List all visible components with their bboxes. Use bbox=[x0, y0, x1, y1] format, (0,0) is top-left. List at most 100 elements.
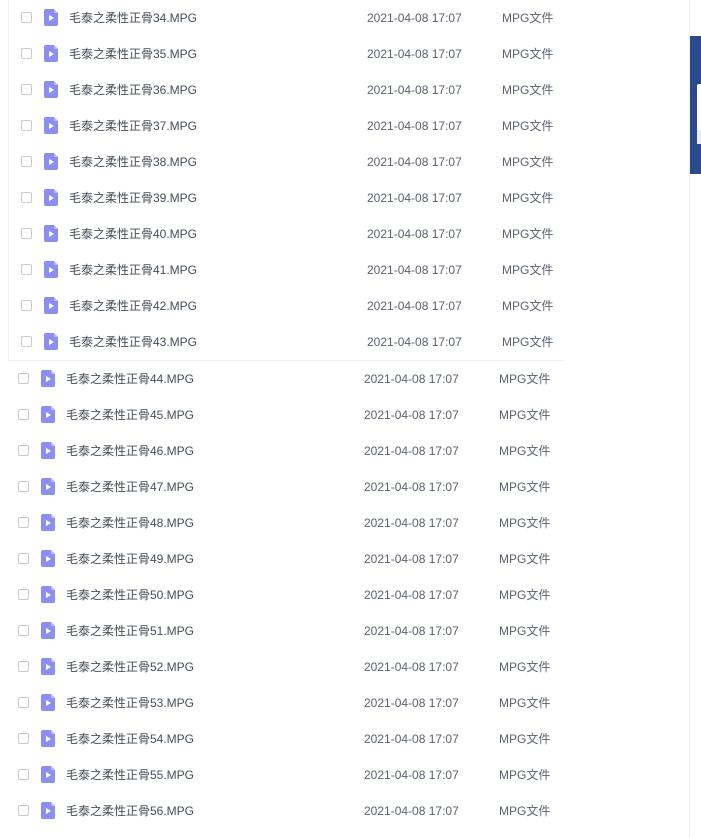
file-type: MPG文件 bbox=[499, 588, 551, 602]
file-row[interactable]: 毛泰之柔性正骨41.MPG 2021-04-08 17:07 MPG文件 bbox=[0, 252, 564, 288]
file-row[interactable]: 毛泰之柔性正骨38.MPG 2021-04-08 17:07 MPG文件 bbox=[0, 144, 564, 180]
row-checkbox[interactable] bbox=[21, 192, 32, 203]
video-file-icon bbox=[41, 658, 55, 675]
row-checkbox[interactable] bbox=[21, 12, 32, 23]
file-name[interactable]: 毛泰之柔性正骨49.MPG bbox=[66, 552, 194, 566]
file-list: 毛泰之柔性正骨34.MPG 2021-04-08 17:07 MPG文件 毛泰之柔性正… bbox=[0, 0, 690, 838]
row-checkbox[interactable] bbox=[18, 625, 29, 636]
file-name[interactable]: 毛泰之柔性正骨45.MPG bbox=[66, 408, 194, 422]
file-row[interactable]: 毛泰之柔性正骨35.MPG 2021-04-08 17:07 MPG文件 bbox=[0, 36, 564, 72]
row-checkbox[interactable] bbox=[21, 228, 32, 239]
file-name[interactable]: 毛泰之柔性正骨41.MPG bbox=[69, 263, 197, 277]
file-name[interactable]: 毛泰之柔性正骨34.MPG bbox=[69, 11, 197, 25]
row-checkbox[interactable] bbox=[18, 805, 29, 816]
file-name[interactable]: 毛泰之柔性正骨52.MPG bbox=[66, 660, 194, 674]
video-file-icon bbox=[41, 550, 55, 567]
file-name[interactable]: 毛泰之柔性正骨48.MPG bbox=[66, 516, 194, 530]
file-name[interactable]: 毛泰之柔性正骨46.MPG bbox=[66, 444, 194, 458]
file-row[interactable]: 毛泰之柔性正骨47.MPG 2021-04-08 17:07 MPG文件 bbox=[0, 469, 564, 505]
file-row[interactable]: 毛泰之柔性正骨44.MPG 2021-04-08 17:07 MPG文件 bbox=[0, 361, 564, 397]
file-modified-date: 2021-04-08 17:07 bbox=[364, 444, 459, 458]
side-panel-inset bbox=[697, 84, 701, 134]
file-modified-date: 2021-04-08 17:07 bbox=[367, 47, 462, 61]
file-name[interactable]: 毛泰之柔性正骨56.MPG bbox=[66, 804, 194, 818]
file-browser-page: 毛泰之柔性正骨34.MPG 2021-04-08 17:07 MPG文件 毛泰之柔性正… bbox=[0, 0, 701, 838]
file-name[interactable]: 毛泰之柔性正骨50.MPG bbox=[66, 588, 194, 602]
file-row[interactable]: 毛泰之柔性正骨42.MPG 2021-04-08 17:07 MPG文件 bbox=[0, 288, 564, 324]
file-name[interactable]: 毛泰之柔性正骨54.MPG bbox=[66, 732, 194, 746]
file-type: MPG文件 bbox=[502, 299, 554, 313]
row-checkbox[interactable] bbox=[18, 445, 29, 456]
file-row[interactable]: 毛泰之柔性正骨53.MPG 2021-04-08 17:07 MPG文件 bbox=[0, 685, 564, 721]
file-name[interactable]: 毛泰之柔性正骨55.MPG bbox=[66, 768, 194, 782]
row-checkbox[interactable] bbox=[21, 84, 32, 95]
file-modified-date: 2021-04-08 17:07 bbox=[367, 227, 462, 241]
file-type: MPG文件 bbox=[502, 227, 554, 241]
video-file-icon bbox=[44, 9, 58, 26]
file-type: MPG文件 bbox=[502, 47, 554, 61]
file-modified-date: 2021-04-08 17:07 bbox=[364, 480, 459, 494]
file-name[interactable]: 毛泰之柔性正骨47.MPG bbox=[66, 480, 194, 494]
row-checkbox[interactable] bbox=[21, 336, 32, 347]
file-name[interactable]: 毛泰之柔性正骨51.MPG bbox=[66, 624, 194, 638]
video-file-icon bbox=[41, 622, 55, 639]
row-checkbox[interactable] bbox=[21, 300, 32, 311]
file-row[interactable]: 毛泰之柔性正骨48.MPG 2021-04-08 17:07 MPG文件 bbox=[0, 505, 564, 541]
row-checkbox[interactable] bbox=[21, 264, 32, 275]
file-row[interactable]: 毛泰之柔性正骨39.MPG 2021-04-08 17:07 MPG文件 bbox=[0, 180, 564, 216]
file-row[interactable]: 毛泰之柔性正骨37.MPG 2021-04-08 17:07 MPG文件 bbox=[0, 108, 564, 144]
row-checkbox[interactable] bbox=[18, 733, 29, 744]
file-row[interactable]: 毛泰之柔性正骨51.MPG 2021-04-08 17:07 MPG文件 bbox=[0, 613, 564, 649]
row-checkbox[interactable] bbox=[21, 156, 32, 167]
file-name[interactable]: 毛泰之柔性正骨42.MPG bbox=[69, 299, 197, 313]
file-name[interactable]: 毛泰之柔性正骨38.MPG bbox=[69, 155, 197, 169]
video-file-icon bbox=[41, 766, 55, 783]
file-modified-date: 2021-04-08 17:07 bbox=[364, 768, 459, 782]
file-row[interactable]: 毛泰之柔性正骨50.MPG 2021-04-08 17:07 MPG文件 bbox=[0, 577, 564, 613]
row-checkbox[interactable] bbox=[18, 553, 29, 564]
file-name[interactable]: 毛泰之柔性正骨43.MPG bbox=[69, 335, 197, 349]
file-name[interactable]: 毛泰之柔性正骨37.MPG bbox=[69, 119, 197, 133]
video-file-icon bbox=[44, 297, 58, 314]
video-file-icon bbox=[41, 694, 55, 711]
file-type: MPG文件 bbox=[499, 444, 551, 458]
file-row[interactable]: 毛泰之柔性正骨46.MPG 2021-04-08 17:07 MPG文件 bbox=[0, 433, 564, 469]
row-checkbox[interactable] bbox=[21, 120, 32, 131]
file-row[interactable]: 毛泰之柔性正骨56.MPG 2021-04-08 17:07 MPG文件 bbox=[0, 793, 564, 829]
row-checkbox[interactable] bbox=[21, 48, 32, 59]
file-name[interactable]: 毛泰之柔性正骨39.MPG bbox=[69, 191, 197, 205]
file-row[interactable]: 毛泰之柔性正骨52.MPG 2021-04-08 17:07 MPG文件 bbox=[0, 649, 564, 685]
file-row[interactable]: 毛泰之柔性正骨40.MPG 2021-04-08 17:07 MPG文件 bbox=[0, 216, 564, 252]
row-checkbox[interactable] bbox=[18, 409, 29, 420]
file-type: MPG文件 bbox=[499, 660, 551, 674]
file-modified-date: 2021-04-08 17:07 bbox=[364, 372, 459, 386]
file-row[interactable]: 毛泰之柔性正骨54.MPG 2021-04-08 17:07 MPG文件 bbox=[0, 721, 564, 757]
file-row[interactable]: 毛泰之柔性正骨45.MPG 2021-04-08 17:07 MPG文件 bbox=[0, 397, 564, 433]
file-name[interactable]: 毛泰之柔性正骨44.MPG bbox=[66, 372, 194, 386]
file-modified-date: 2021-04-08 17:07 bbox=[364, 660, 459, 674]
row-checkbox[interactable] bbox=[18, 373, 29, 384]
file-row[interactable]: 毛泰之柔性正骨55.MPG 2021-04-08 17:07 MPG文件 bbox=[0, 757, 564, 793]
row-checkbox[interactable] bbox=[18, 769, 29, 780]
right-side-panel bbox=[690, 0, 701, 838]
row-checkbox[interactable] bbox=[18, 697, 29, 708]
file-type: MPG文件 bbox=[499, 732, 551, 746]
row-checkbox[interactable] bbox=[18, 661, 29, 672]
file-row[interactable]: 毛泰之柔性正骨34.MPG 2021-04-08 17:07 MPG文件 bbox=[0, 0, 564, 36]
file-modified-date: 2021-04-08 17:07 bbox=[364, 804, 459, 818]
file-row[interactable]: 毛泰之柔性正骨43.MPG 2021-04-08 17:07 MPG文件 bbox=[0, 324, 564, 360]
video-file-icon bbox=[44, 189, 58, 206]
file-name[interactable]: 毛泰之柔性正骨40.MPG bbox=[69, 227, 197, 241]
row-checkbox[interactable] bbox=[18, 481, 29, 492]
file-row[interactable]: 毛泰之柔性正骨49.MPG 2021-04-08 17:07 MPG文件 bbox=[0, 541, 564, 577]
file-row[interactable]: 毛泰之柔性正骨36.MPG 2021-04-08 17:07 MPG文件 bbox=[0, 72, 564, 108]
file-name[interactable]: 毛泰之柔性正骨35.MPG bbox=[69, 47, 197, 61]
file-name[interactable]: 毛泰之柔性正骨36.MPG bbox=[69, 83, 197, 97]
file-type: MPG文件 bbox=[502, 155, 554, 169]
file-modified-date: 2021-04-08 17:07 bbox=[367, 335, 462, 349]
file-name[interactable]: 毛泰之柔性正骨53.MPG bbox=[66, 696, 194, 710]
file-modified-date: 2021-04-08 17:07 bbox=[367, 299, 462, 313]
row-checkbox[interactable] bbox=[18, 517, 29, 528]
video-file-icon bbox=[44, 153, 58, 170]
row-checkbox[interactable] bbox=[18, 589, 29, 600]
